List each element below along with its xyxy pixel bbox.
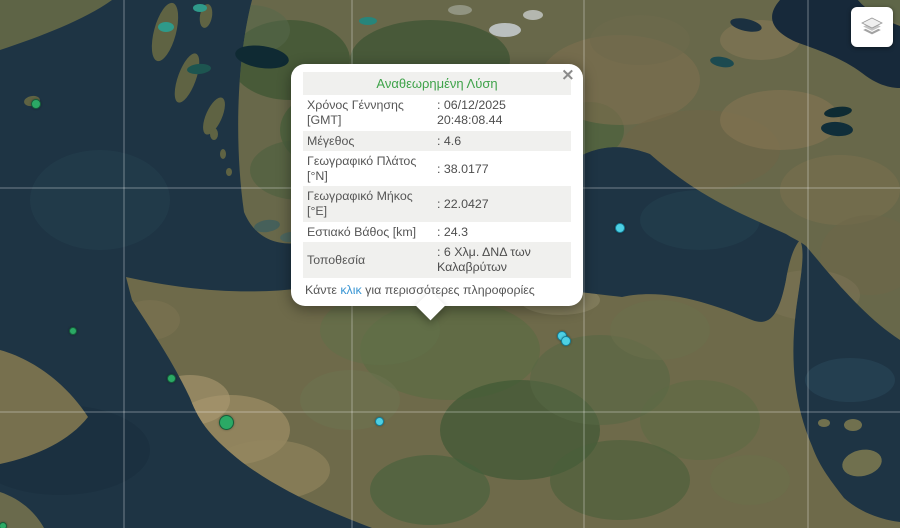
- earthquake-marker[interactable]: [31, 99, 41, 109]
- field-label: Τοποθεσία: [303, 242, 433, 277]
- field-label: Χρόνος Γέννησης [GMT]: [303, 95, 433, 130]
- popup-close-button[interactable]: ×: [561, 67, 575, 84]
- field-value: : 6 Χλμ. ΔΝΔ των Καλαβρύτων: [433, 242, 571, 277]
- earthquake-marker[interactable]: [69, 327, 77, 335]
- field-value: : 38.0177: [433, 151, 571, 186]
- field-value: : 06/12/2025 20:48:08.44: [433, 95, 571, 130]
- field-value: : 24.3: [433, 222, 571, 243]
- popup-title: Αναθεωρημένη Λύση: [303, 72, 571, 95]
- field-value: : 22.0427: [433, 186, 571, 221]
- field-label: Γεωγραφικό Πλάτος [°N]: [303, 151, 433, 186]
- event-details-table: Αναθεωρημένη Λύση Χρόνος Γέννησης [GMT] …: [303, 72, 571, 278]
- earthquake-popup: × Αναθεωρημένη Λύση Χρόνος Γέννησης [GMT…: [291, 64, 583, 306]
- earthquake-marker[interactable]: [167, 374, 176, 383]
- popup-footer: Κάντε κλικ για περισσότερες πληροφορίες: [303, 278, 571, 301]
- earthquake-marker[interactable]: [375, 417, 384, 426]
- earthquake-marker[interactable]: [0, 522, 7, 528]
- field-label: Μέγεθος: [303, 131, 433, 152]
- earthquake-marker[interactable]: [219, 415, 234, 430]
- field-label: Γεωγραφικό Μήκος [°E]: [303, 186, 433, 221]
- field-value: : 4.6: [433, 131, 571, 152]
- map-viewport: × Αναθεωρημένη Λύση Χρόνος Γέννησης [GMT…: [0, 0, 900, 528]
- earthquake-marker[interactable]: [615, 223, 625, 233]
- layers-control-button[interactable]: [851, 7, 893, 47]
- footer-text: Κάντε: [305, 283, 340, 297]
- field-label: Εστιακό Βάθος [km]: [303, 222, 433, 243]
- more-info-link[interactable]: κλικ: [340, 283, 361, 297]
- earthquake-marker[interactable]: [561, 336, 571, 346]
- footer-text: για περισσότερες πληροφορίες: [362, 283, 535, 297]
- layers-icon: [859, 14, 885, 40]
